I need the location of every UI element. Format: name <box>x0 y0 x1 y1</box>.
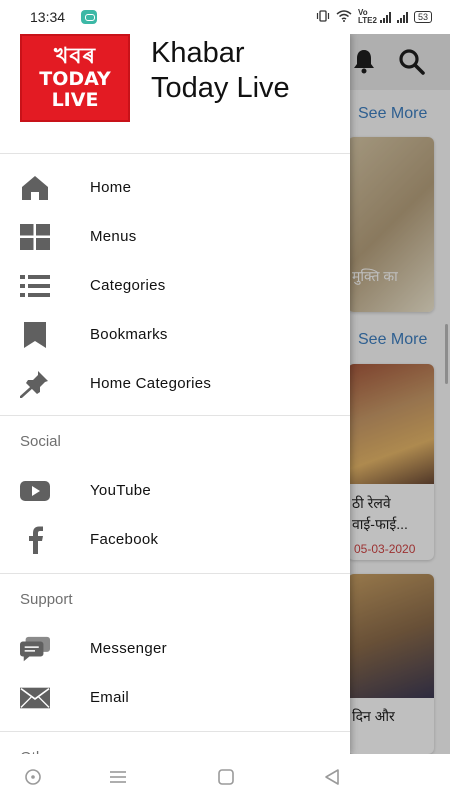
messenger-icon <box>20 635 50 663</box>
chat-notification-icon <box>81 10 98 24</box>
home-button-icon[interactable] <box>216 768 236 786</box>
menu-button-icon[interactable] <box>108 768 128 786</box>
menu-item-home-categories[interactable]: Home Categories <box>0 359 350 408</box>
menu-item-label: Home <box>90 179 132 196</box>
menu-item-label: Menus <box>90 228 137 245</box>
section-header-others: Others <box>0 732 350 755</box>
app-logo: খবৰ TODAY LIVE <box>20 34 130 122</box>
lte-label: Vo LTE2 <box>357 8 377 25</box>
app-title-line1: Khabar <box>151 37 245 69</box>
wifi-icon <box>336 9 352 25</box>
list-icon <box>20 272 50 300</box>
menu-item-label: Categories <box>90 277 166 294</box>
menu-item-messenger[interactable]: Messenger <box>0 624 350 673</box>
assistant-button-icon[interactable] <box>23 768 43 786</box>
status-bar: 13:34 Vo LTE2 53 <box>0 0 450 34</box>
drawer-header: খবৰ TODAY LIVE Khabar Today Live <box>0 34 350 154</box>
bookmark-icon <box>20 321 50 349</box>
menu-item-menus[interactable]: Menus <box>0 212 350 261</box>
status-time: 13:34 <box>30 9 66 25</box>
app-title-line2: Today Live <box>151 72 290 104</box>
menu-item-label: YouTube <box>90 482 152 499</box>
logo-text-assamese: খবৰ <box>53 44 97 69</box>
battery-icon: 53 <box>413 11 432 23</box>
signal-1-icon <box>379 11 391 23</box>
menu-item-categories[interactable]: Categories <box>0 261 350 310</box>
back-button-icon[interactable] <box>322 768 342 786</box>
screen: 13:34 Vo LTE2 53 See More मुक्ति का See … <box>0 0 450 800</box>
menu-item-email[interactable]: Email <box>0 673 350 722</box>
grid-icon <box>20 223 50 251</box>
menu-item-label: Email <box>90 689 130 706</box>
pin-icon <box>20 370 50 398</box>
logo-text-today: TODAY <box>39 68 111 90</box>
menu-item-label: Home Categories <box>90 375 212 392</box>
facebook-icon <box>20 526 50 554</box>
vibrate-icon <box>316 9 330 25</box>
logo-text-live: LIVE <box>51 89 99 111</box>
menu-item-label: Messenger <box>90 640 167 657</box>
signal-2-icon <box>396 11 408 23</box>
section-header-social: Social <box>20 432 61 450</box>
system-navigation-bar <box>0 754 450 800</box>
youtube-icon <box>20 477 50 505</box>
app-title: Khabar Today Live <box>151 36 290 106</box>
menu-item-youtube[interactable]: YouTube <box>0 466 350 515</box>
menu-item-label: Facebook <box>90 531 159 548</box>
section-header-support: Support <box>20 590 73 608</box>
menu-item-home[interactable]: Home <box>0 163 350 212</box>
menu-item-facebook[interactable]: Facebook <box>0 515 350 564</box>
status-icons: Vo LTE2 53 <box>316 9 432 25</box>
menu-item-bookmarks[interactable]: Bookmarks <box>0 310 350 359</box>
email-icon <box>20 684 50 712</box>
menu-item-label: Bookmarks <box>90 326 168 343</box>
navigation-drawer: খবৰ TODAY LIVE Khabar Today Live Home Me… <box>0 34 350 754</box>
home-icon <box>20 174 50 202</box>
